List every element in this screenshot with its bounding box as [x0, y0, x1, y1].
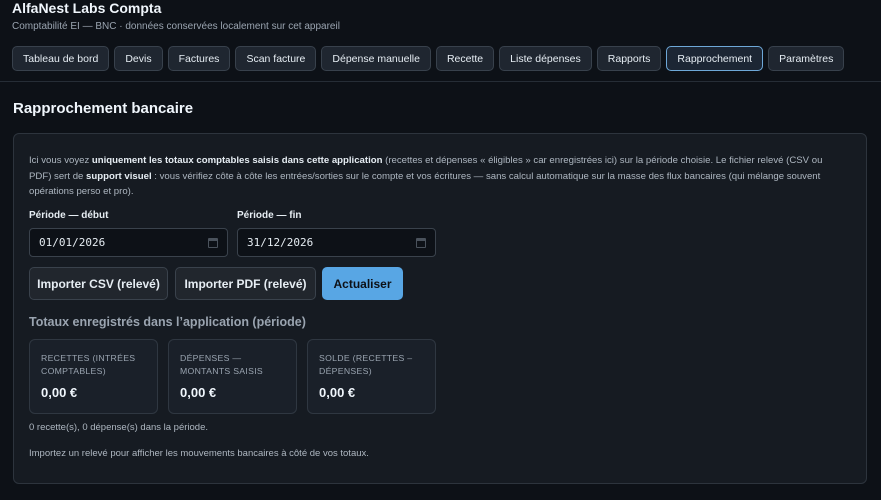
tab-depense-manuelle[interactable]: Dépense manuelle — [321, 46, 431, 71]
stat-card-depenses: DÉPENSES — MONTANTS SAISIS 0,00 € — [168, 339, 297, 414]
stat-card-solde: SOLDE (RECETTES – DÉPENSES) 0,00 € — [307, 339, 436, 414]
period-end-input[interactable]: 31/12/2026 — [237, 228, 436, 257]
tab-recette[interactable]: Recette — [435, 46, 495, 71]
tab-rapprochement[interactable]: Rapprochement — [666, 46, 764, 71]
tab-devis[interactable]: Devis — [114, 46, 163, 71]
tab-scan-facture[interactable]: Scan facture — [235, 46, 317, 71]
tab-parametres[interactable]: Paramètres — [768, 46, 845, 71]
intro-bold-1: uniquement les totaux comptables saisis … — [91, 155, 383, 166]
period-count-text: 0 recette(s), 0 dépense(s) dans la pério… — [29, 422, 209, 433]
main-nav: Tableau de bord Devis Factures Scan fact… — [12, 46, 845, 71]
stat-value: 0,00 € — [41, 385, 78, 400]
totals-title: Totaux enregistrés dans l’application (p… — [29, 315, 306, 329]
period-end-value: 31/12/2026 — [247, 236, 314, 249]
period-start-input[interactable]: 01/01/2026 — [29, 228, 228, 257]
app-title: AlfaNest Labs Compta — [12, 0, 162, 16]
tab-tableau-de-bord[interactable]: Tableau de bord — [12, 46, 110, 71]
import-csv-button[interactable]: Importer CSV (relevé) — [29, 267, 168, 300]
stat-label: RECETTES (INTRÉES COMPTABLES) — [41, 353, 136, 376]
import-hint-text: Importez un relevé pour afficher les mou… — [29, 448, 369, 459]
tab-liste-depenses[interactable]: Liste dépenses — [499, 46, 592, 71]
period-start-value: 01/01/2026 — [39, 236, 106, 249]
intro-bold-2: support visuel — [86, 170, 152, 182]
tab-rapports[interactable]: Rapports — [596, 46, 662, 71]
intro-part-1: Ici vous voyez — [29, 155, 92, 166]
calendar-icon[interactable] — [416, 237, 426, 248]
stat-label: DÉPENSES — MONTANTS SAISIS — [180, 353, 264, 376]
stat-value: 0,00 € — [180, 385, 217, 400]
refresh-button[interactable]: Actualiser — [322, 267, 403, 300]
tab-factures[interactable]: Factures — [167, 46, 231, 71]
app-subtitle: Comptabilité EI — BNC · données conservé… — [12, 21, 340, 32]
import-pdf-button[interactable]: Importer PDF (relevé) — [175, 267, 316, 300]
page-title: Rapprochement bancaire — [13, 100, 194, 117]
stat-card-recettes: RECETTES (INTRÉES COMPTABLES) 0,00 € — [29, 339, 158, 414]
period-start-label: Période — début — [29, 210, 109, 221]
stat-label: SOLDE (RECETTES – DÉPENSES) — [319, 353, 413, 376]
header-divider — [0, 81, 881, 82]
calendar-icon[interactable] — [208, 237, 218, 248]
stat-value: 0,00 € — [319, 385, 356, 400]
intro-text: Ici vous voyez uniquement les totaux com… — [29, 153, 829, 200]
period-end-label: Période — fin — [237, 210, 302, 221]
reconciliation-card: Ici vous voyez uniquement les totaux com… — [13, 133, 867, 484]
